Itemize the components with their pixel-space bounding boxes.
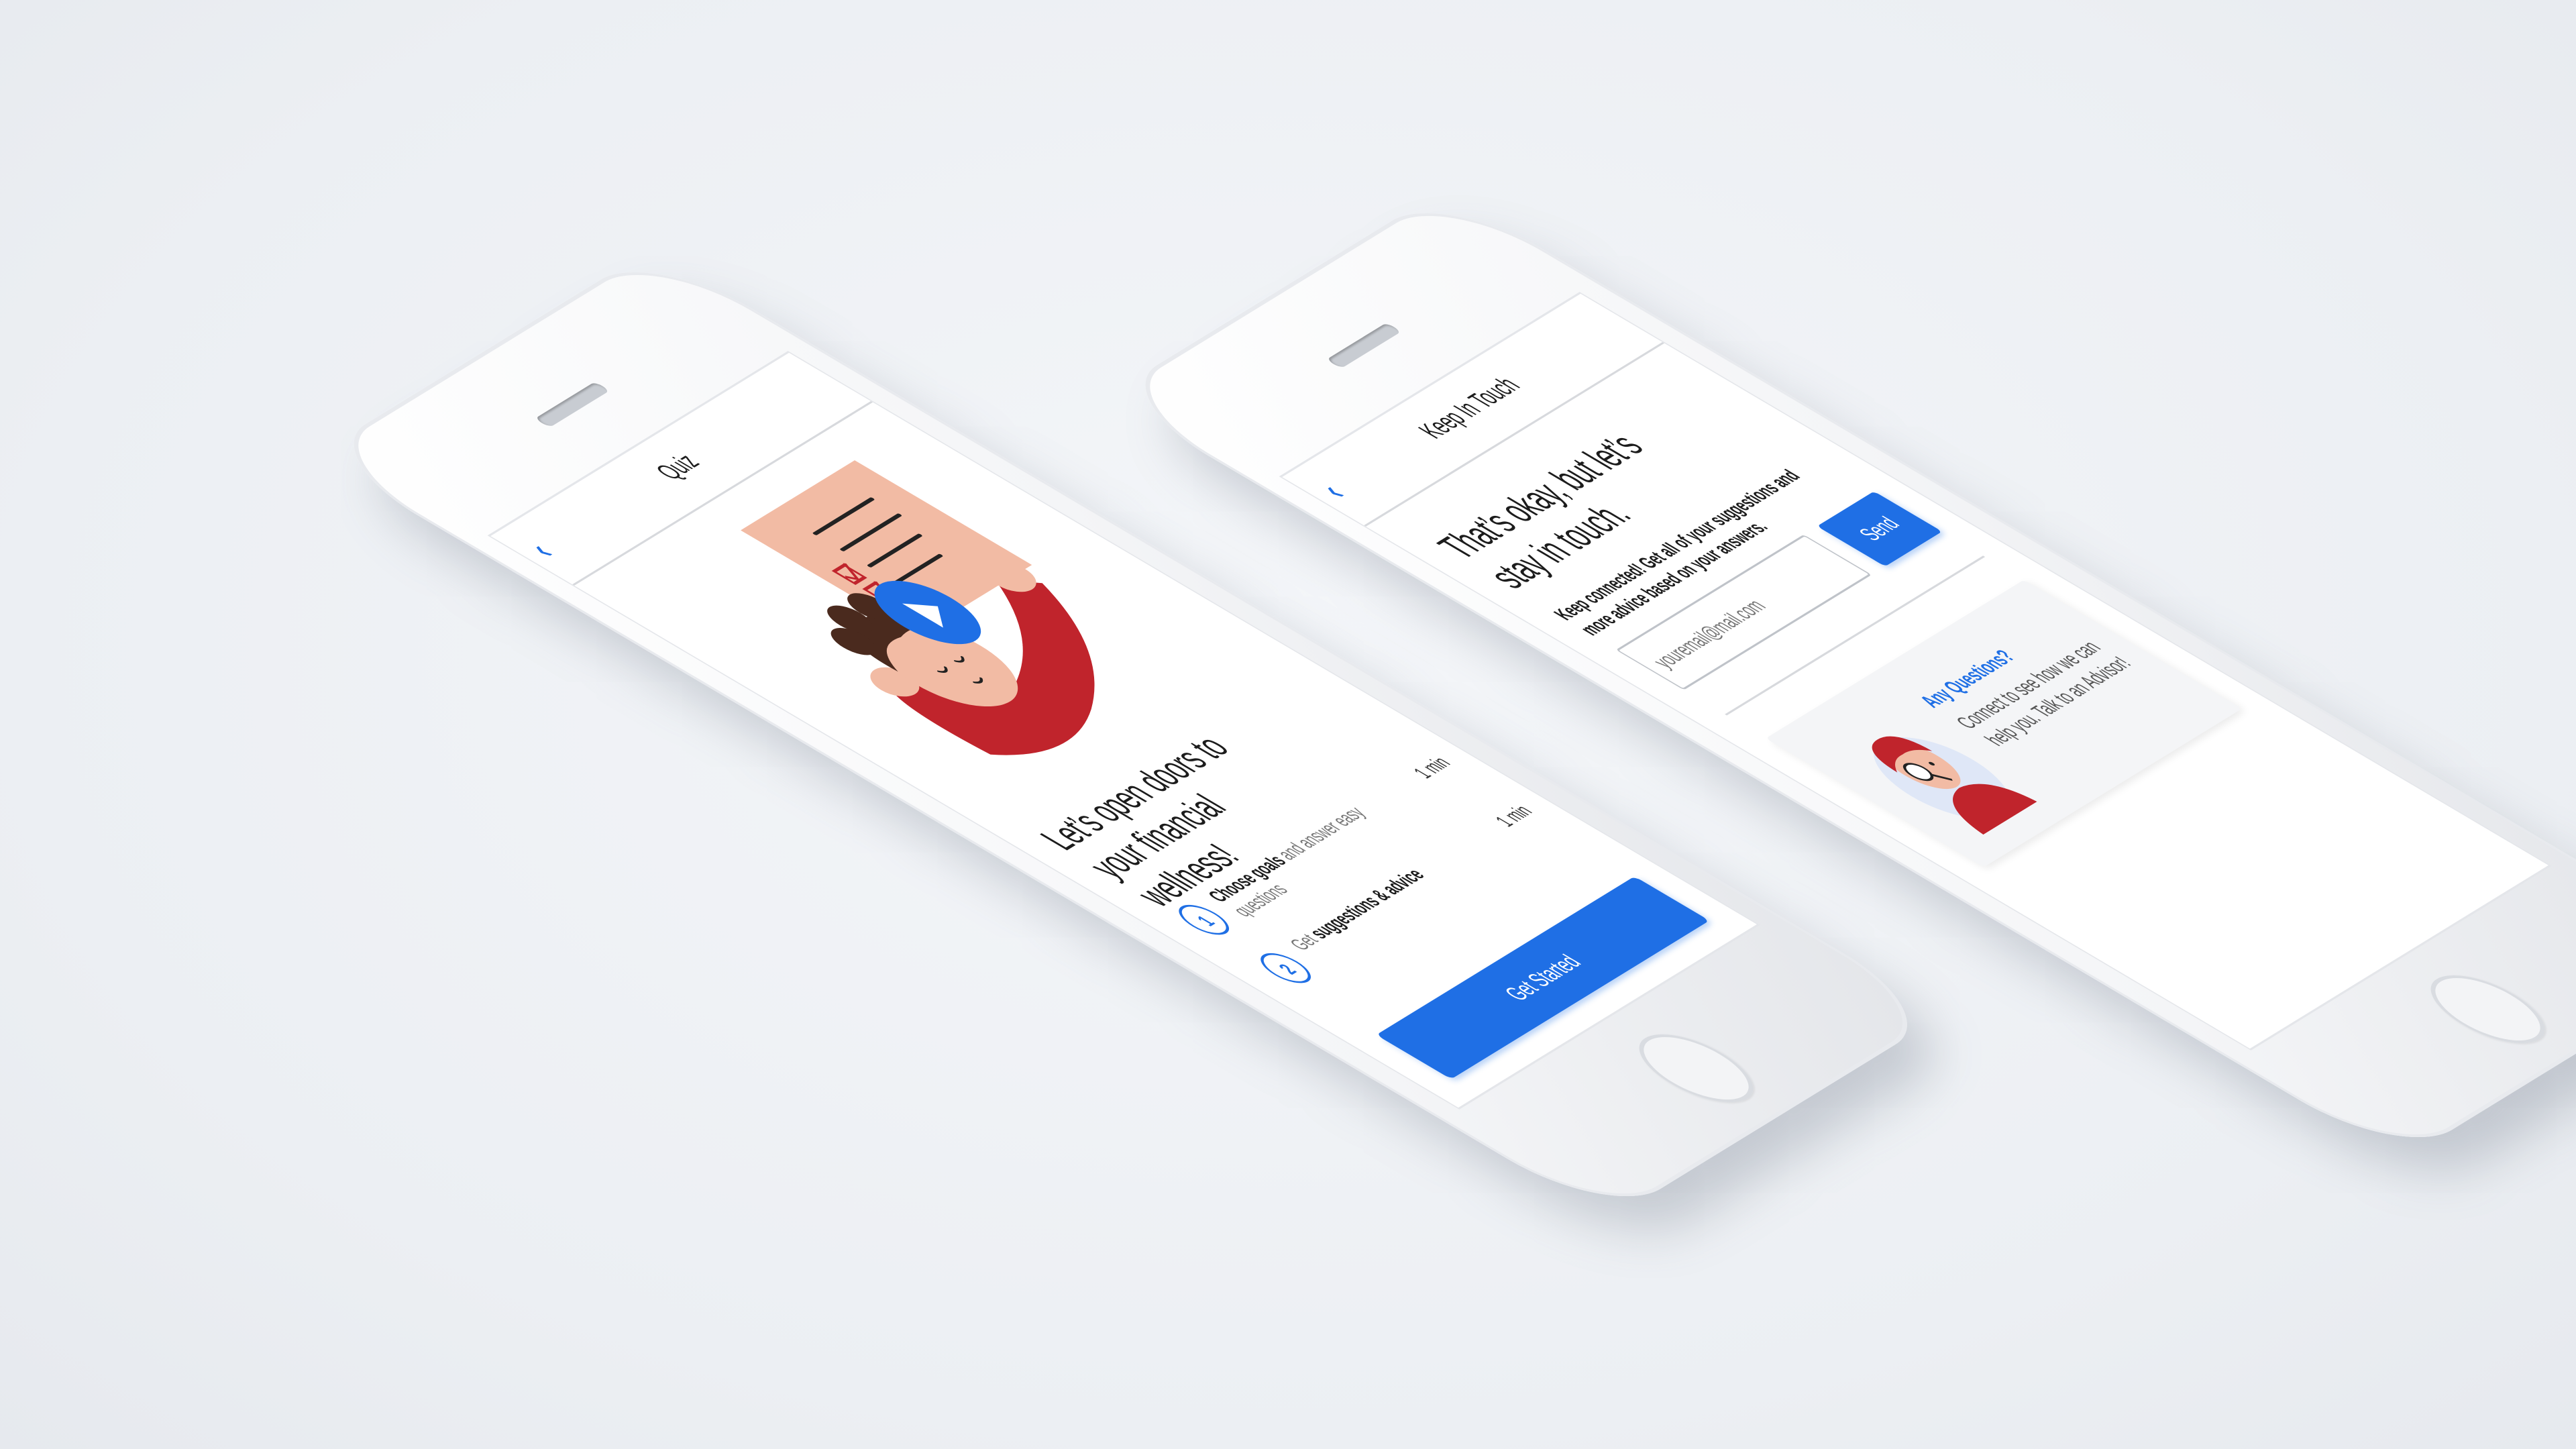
step-time: 1 min: [1490, 802, 1538, 830]
advisor-text: Connect to see how we can help you. Talk…: [1949, 637, 2137, 750]
home-button[interactable]: [2411, 963, 2565, 1055]
advisor-card[interactable]: Any Questions? Connect to see how we can…: [1766, 580, 2243, 867]
home-button[interactable]: [1619, 1022, 1773, 1114]
phone-speaker: [534, 381, 610, 428]
mockup-stage: ‹ Quiz Let’s open doors to your financia…: [0, 0, 2576, 1449]
step-time: 1 min: [1409, 753, 1456, 782]
quiz-illustration: [741, 460, 1095, 755]
phone-speaker: [1326, 322, 1402, 369]
